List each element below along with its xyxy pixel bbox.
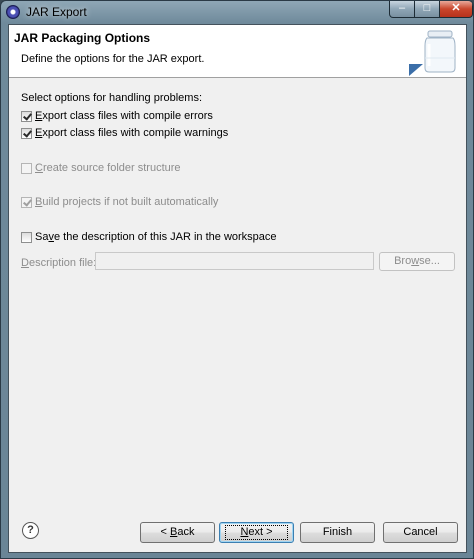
save-description-checkbox-row[interactable]: Save the description of this JAR in the … bbox=[21, 230, 277, 244]
close-button[interactable]: ✕ bbox=[439, 1, 473, 18]
jar-export-window: JAR Export – □ ✕ JAR Packaging Options D… bbox=[0, 0, 474, 559]
page-title: JAR Packaging Options bbox=[14, 31, 151, 45]
export-errors-label: Export class files with compile errors bbox=[35, 110, 213, 122]
minimize-button[interactable]: – bbox=[389, 1, 415, 18]
export-warnings-checkbox-row[interactable]: Export class files with compile warnings bbox=[21, 126, 228, 140]
page-description: Define the options for the JAR export. bbox=[21, 53, 205, 65]
description-file-label: Description file: bbox=[21, 257, 97, 269]
problems-section-label: Select options for handling problems: bbox=[21, 92, 202, 104]
build-projects-checkbox bbox=[21, 196, 32, 208]
build-projects-label: Build projects if not built automaticall… bbox=[35, 196, 219, 208]
export-warnings-checkbox[interactable] bbox=[21, 127, 32, 139]
help-icon[interactable]: ? bbox=[22, 522, 39, 539]
next-button[interactable]: Next > bbox=[219, 522, 294, 543]
save-description-label: Save the description of this JAR in the … bbox=[35, 231, 277, 243]
export-warnings-label: Export class files with compile warnings bbox=[35, 127, 229, 139]
finish-button[interactable]: Finish bbox=[300, 522, 375, 543]
export-errors-checkbox-row[interactable]: Export class files with compile errors bbox=[21, 109, 213, 123]
browse-button: Browse... bbox=[379, 252, 455, 271]
build-projects-checkbox-row: Build projects if not built automaticall… bbox=[21, 195, 218, 209]
save-description-checkbox[interactable] bbox=[21, 231, 32, 243]
maximize-button[interactable]: □ bbox=[414, 1, 440, 18]
wizard-banner: JAR Packaging Options Define the options… bbox=[9, 25, 466, 78]
cancel-button[interactable]: Cancel bbox=[383, 522, 458, 543]
source-folder-checkbox bbox=[21, 162, 32, 174]
source-folder-checkbox-row: Create source folder structure bbox=[21, 161, 181, 175]
title-bar[interactable]: JAR Export – □ ✕ bbox=[1, 1, 473, 23]
eclipse-icon bbox=[6, 5, 20, 19]
source-folder-label: Create source folder structure bbox=[35, 162, 181, 174]
back-button[interactable]: < Back bbox=[140, 522, 215, 543]
export-errors-checkbox[interactable] bbox=[21, 110, 32, 122]
description-file-input bbox=[95, 252, 374, 270]
jar-icon bbox=[409, 30, 456, 76]
dialog-client-area: JAR Packaging Options Define the options… bbox=[8, 24, 467, 553]
window-title: JAR Export bbox=[26, 5, 87, 19]
